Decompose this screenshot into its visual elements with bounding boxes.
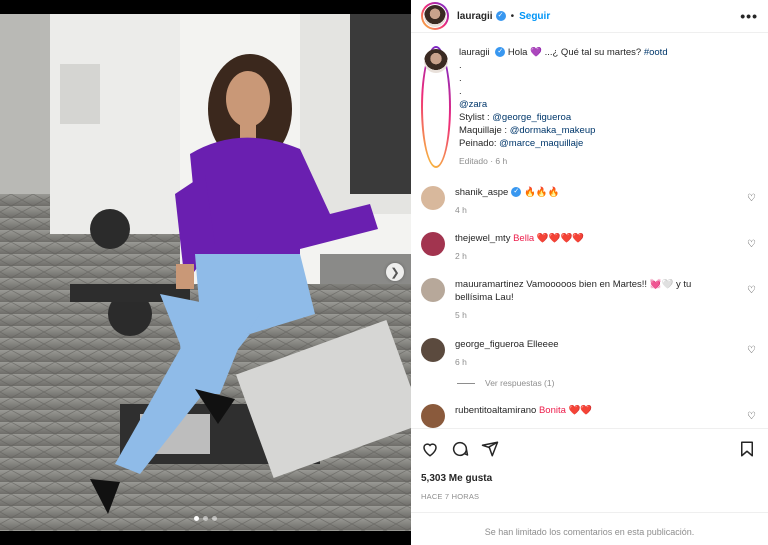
- comment-username[interactable]: rubentitoaltamirano: [455, 405, 536, 416]
- verified-icon: ✓: [511, 187, 522, 198]
- caption-meta: Editado · 6 h: [459, 156, 508, 166]
- comments-list[interactable]: lauragii ✓ Hola 💜 ...¿ Qué tal su martes…: [411, 34, 768, 428]
- avatar[interactable]: [421, 46, 451, 168]
- post-photo: [0, 14, 411, 531]
- carousel-dot: [203, 516, 208, 521]
- post-header: lauragii ✓ • Seguir •••: [411, 0, 768, 33]
- likes-count[interactable]: 5,303 Me gusta: [421, 473, 758, 484]
- comment-time: 2 h: [455, 251, 467, 261]
- post-caption: lauragii ✓ Hola 💜 ...¿ Qué tal su martes…: [421, 46, 758, 168]
- view-replies-label: Ver respuestas (1): [485, 378, 555, 388]
- makeup-mention[interactable]: @dormaka_makeup: [510, 125, 596, 136]
- post-side-panel: lauragii ✓ • Seguir ••• lauragii ✓ Hola …: [411, 0, 768, 545]
- hair-label: Peinado:: [459, 138, 500, 149]
- avatar[interactable]: [421, 278, 445, 302]
- comment-icon[interactable]: [451, 440, 469, 458]
- stylist-label: Stylist :: [459, 112, 493, 123]
- comment-text: 🔥🔥🔥: [521, 187, 560, 198]
- carousel-indicator: [0, 516, 411, 521]
- bookmark-icon[interactable]: [738, 440, 756, 458]
- verified-icon: ✓: [495, 47, 506, 58]
- post-timestamp: HACE 7 HORAS: [421, 492, 480, 501]
- avatar-image: [424, 5, 446, 27]
- comment-time: 6 h: [455, 357, 467, 367]
- comment-item: thejewel_mty Bella ❤️❤️❤️❤️ 2 h ♡: [421, 232, 758, 263]
- avatar[interactable]: [421, 232, 445, 256]
- like-comment-heart-icon[interactable]: ♡: [747, 344, 756, 357]
- post-media[interactable]: ❯: [0, 0, 411, 545]
- view-replies-button[interactable]: Ver respuestas (1): [457, 378, 554, 388]
- comment-time: 5 h: [455, 310, 467, 320]
- comment-item: mauuramartinez Vamooooos bien en Martes!…: [421, 278, 758, 322]
- stylist-mention[interactable]: @george_figueroa: [492, 112, 571, 123]
- verified-icon: ✓: [495, 11, 506, 21]
- carousel-dot: [194, 516, 199, 521]
- brand-mention[interactable]: @zara: [459, 99, 487, 110]
- heart-icon[interactable]: [421, 440, 439, 458]
- comment-item: rubentitoaltamirano Bonita ❤️❤️ ♡: [421, 404, 758, 428]
- comment-item: george_figueroa Elleeee 6 h ♡: [421, 338, 758, 369]
- carousel-dot: [212, 516, 217, 521]
- avatar-image: [424, 49, 448, 73]
- chevron-right-icon: ❯: [390, 266, 400, 279]
- avatar[interactable]: [421, 404, 445, 428]
- comment-username[interactable]: mauuramartinez: [455, 279, 524, 290]
- follow-button[interactable]: Seguir: [519, 11, 550, 22]
- hair-mention[interactable]: @marce_maquillaje: [499, 138, 583, 149]
- like-comment-heart-icon[interactable]: ♡: [747, 192, 756, 205]
- avatar[interactable]: [421, 338, 445, 362]
- comment-item: shanik_aspe ✓ 🔥🔥🔥 4 h ♡: [421, 186, 758, 217]
- post-author-username[interactable]: lauragii: [457, 11, 493, 22]
- caption-dot: .: [459, 86, 462, 97]
- action-bar: [421, 439, 758, 459]
- makeup-label: Maquillaje :: [459, 125, 510, 136]
- avatar[interactable]: [421, 2, 449, 30]
- comment-username[interactable]: george_figueroa: [455, 339, 524, 350]
- comment-text: Bonita ❤️❤️: [536, 405, 593, 416]
- like-comment-heart-icon[interactable]: ♡: [747, 284, 756, 297]
- comment-text: Bella ❤️❤️❤️❤️: [510, 233, 585, 244]
- caption-text: Hola 💜 ...¿ Qué tal su martes?: [507, 47, 644, 58]
- like-comment-heart-icon[interactable]: ♡: [747, 238, 756, 251]
- comments-limited-notice: Se han limitado los comentarios en esta …: [411, 512, 768, 545]
- comment-time: 4 h: [455, 205, 467, 215]
- comment-username[interactable]: shanik_aspe: [455, 187, 508, 198]
- caption-dot: .: [459, 73, 462, 84]
- comment-username[interactable]: thejewel_mty: [455, 233, 510, 244]
- post-actions: 5,303 Me gusta HACE 7 HORAS: [411, 428, 768, 512]
- next-slide-button[interactable]: ❯: [386, 263, 404, 281]
- share-icon[interactable]: [481, 440, 499, 458]
- more-icon[interactable]: •••: [740, 8, 758, 24]
- hashtag-link[interactable]: #ootd: [644, 47, 668, 58]
- divider: [457, 382, 475, 384]
- separator: •: [510, 10, 515, 22]
- avatar[interactable]: [421, 186, 445, 210]
- comment-text: Elleeee: [524, 339, 559, 350]
- caption-dot: .: [459, 60, 462, 71]
- caption-username[interactable]: lauragii: [459, 47, 490, 58]
- like-comment-heart-icon[interactable]: ♡: [747, 410, 756, 423]
